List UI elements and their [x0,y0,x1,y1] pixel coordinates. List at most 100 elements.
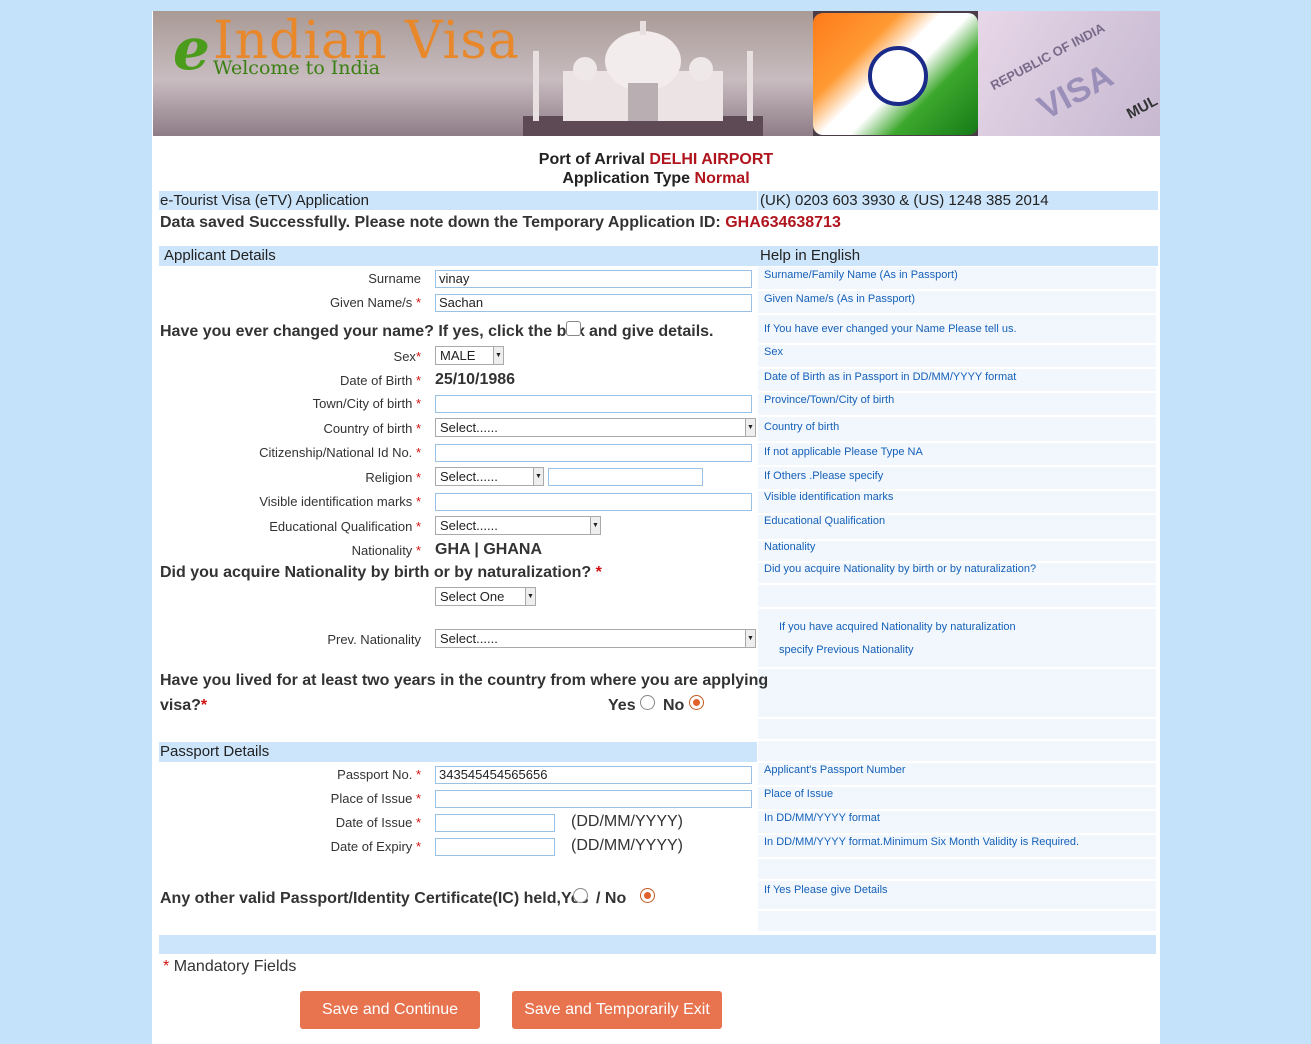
taj-mahal-image [523,21,763,136]
help-town: Province/Town/City of birth [758,393,1156,415]
logo-subtitle: Welcome to India [213,57,381,79]
application-type: Application Type Normal [152,170,1160,188]
lived-question: Have you lived for at least two years in… [160,672,769,689]
chevron-down-icon: ▼ [493,347,503,364]
applicant-details-header: Applicant Details [159,246,761,266]
chevron-down-icon: ▼ [745,419,755,436]
help-title: Help in English [760,247,861,264]
lived-no-radio[interactable] [689,695,704,710]
saved-text: Data saved Successfully. Please note dow… [160,214,721,231]
date-of-expiry-format: (DD/MM/YYYY) [571,837,683,854]
religion-label: Religion * [365,470,421,485]
prev-nationality-select[interactable]: Select...... ▼ [435,629,756,648]
nationality-label: Nationality * [351,543,421,558]
help-natid: If not applicable Please Type NA [758,443,1156,465]
type-label: Application Type [562,170,691,187]
help-nationality: Nationality [758,541,1156,561]
chevron-down-icon: ▼ [533,468,543,485]
prev-nationality-label: Prev. Nationality [327,632,421,647]
religion-select[interactable]: Select...... ▼ [435,467,544,486]
other-passport-no-label: / No [596,890,627,907]
mandatory-note: * Mandatory Fields [163,958,297,975]
lived-no-label: No [663,697,685,714]
other-passport-yes-radio[interactable] [573,888,588,903]
national-id-input[interactable] [435,444,752,462]
given-name-label: Given Name/s * [329,295,421,310]
help-name-change: If You have ever changed your Name Pleas… [758,315,1156,343]
help-doi: In DD/MM/YYYY format [758,811,1156,833]
visa-stamp-image: REPUBLIC OF INDIA VISA MUL [978,11,1160,136]
help-prev-nationality: If you have acquired Nationality by natu… [758,609,1156,667]
help-blank-5 [758,859,1156,879]
acquire-nationality-select[interactable]: Select One ▼ [435,587,536,606]
help-edu: Educational Qualification [758,515,1156,539]
country-label: Country of birth * [323,421,421,436]
phone-bar: (UK) 0203 603 3930 & (US) 1248 385 2014 [758,191,1158,210]
help-country: Country of birth [758,417,1156,441]
chevron-down-icon: ▼ [745,630,755,647]
date-of-issue-format: (DD/MM/YYYY) [571,813,683,830]
education-label: Educational Qualification * [269,519,421,534]
date-of-expiry-label: Date of Expiry * [330,839,421,854]
help-religion: If Others .Please specify [758,467,1156,489]
help-marks: Visible identification marks [758,491,1156,513]
other-passport-no-radio[interactable] [640,888,655,903]
surname-label: Surname [368,271,421,286]
logo-prefix: e [173,15,210,83]
religion-other-input[interactable] [548,468,703,486]
help-place: Place of Issue [758,787,1156,809]
help-given: Given Name/s (As in Passport) [758,291,1156,313]
sex-select[interactable]: MALE ▼ [435,346,504,365]
national-id-label: Citizenship/National Id No. * [259,445,421,460]
name-change-question-end: and give details. [589,323,714,340]
visa-text-2: VISA [1031,56,1120,128]
name-change-question: Have you ever changed your name? If yes,… [160,323,586,340]
help-passport-no: Applicant's Passport Number [758,763,1156,785]
help-dob: Date of Birth as in Passport in DD/MM/YY… [758,369,1156,391]
help-blank-1 [758,585,1156,607]
passport-details-title: Passport Details [160,743,270,760]
passport-details-header: Passport Details [159,742,757,762]
date-of-issue-input[interactable] [435,814,555,832]
save-exit-button[interactable]: Save and Temporarily Exit [512,991,722,1029]
visa-text-3: MUL [1123,92,1160,123]
lived-yes-radio[interactable] [640,695,655,710]
name-change-checkbox[interactable] [566,321,581,336]
place-of-issue-input[interactable] [435,790,752,808]
town-label: Town/City of birth * [312,396,421,411]
form-title-bar: e-Tourist Visa (eTV) Application [159,191,757,210]
help-blank-4 [758,741,1156,761]
date-of-expiry-input[interactable] [435,838,555,856]
help-header: Help in English [758,246,1158,266]
marks-input[interactable] [435,493,752,511]
marks-label: Visible identification marks * [259,494,421,509]
education-select[interactable]: Select...... ▼ [435,516,601,535]
other-passport-question: Any other valid Passport/Identity Certif… [160,890,589,907]
lived-question-end: visa?* [160,697,208,714]
dob-label: Date of Birth * [340,373,421,388]
saved-message: Data saved Successfully. Please note dow… [160,214,841,232]
surname-input[interactable]: vinay [435,270,752,288]
help-other: If Yes Please give Details [758,881,1156,909]
dob-value: 25/10/1986 [435,371,516,388]
help-blank-2 [758,669,1156,717]
help-acquire: Did you acquire Nationality by birth or … [758,563,1156,583]
passport-no-input[interactable]: 343545454565656 [435,766,752,784]
form-title: e-Tourist Visa (eTV) Application [160,192,369,209]
phone-numbers: (UK) 0203 603 3930 & (US) 1248 385 2014 [760,192,1049,209]
port-label: Port of Arrival [538,151,645,168]
port-of-arrival: Port of Arrival DELHI AIRPORT [152,151,1160,169]
given-name-input[interactable]: Sachan [435,294,752,312]
help-blank-6 [758,911,1156,931]
footer-bar [159,935,1156,954]
country-select[interactable]: Select...... ▼ [435,418,756,437]
temporary-app-id: GHA634638713 [725,214,841,231]
chevron-down-icon: ▼ [525,588,535,605]
port-value: DELHI AIRPORT [649,151,774,168]
help-sex: Sex [758,345,1156,367]
lived-yes-label: Yes [608,697,636,714]
town-input[interactable] [435,395,752,413]
save-continue-button[interactable]: Save and Continue [300,991,480,1029]
nationality-value: GHA | GHANA [435,541,542,558]
help-doe: In DD/MM/YYYY format.Minimum Six Month V… [758,835,1156,857]
